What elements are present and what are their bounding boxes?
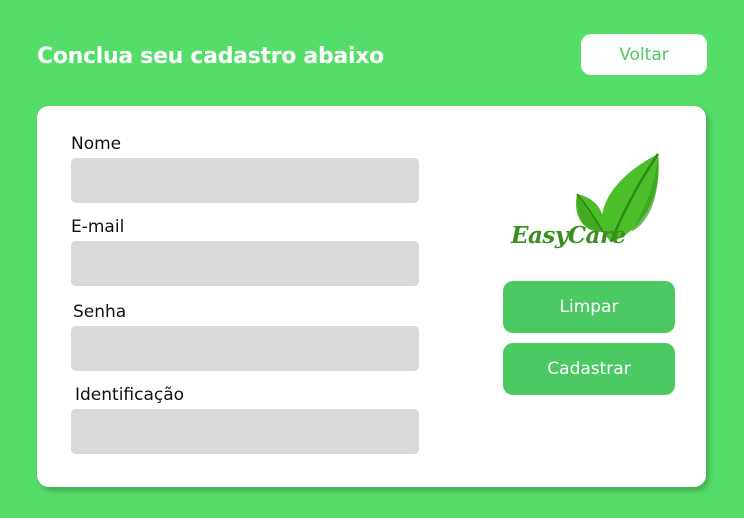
page-title: Conclua seu cadastro abaixo (37, 44, 384, 69)
identification-input[interactable] (71, 409, 419, 454)
back-button[interactable]: Voltar (581, 34, 707, 75)
name-label: Nome (71, 134, 122, 154)
brand-name: EasyCare (511, 222, 626, 249)
password-label: Senha (73, 302, 127, 322)
email-input[interactable] (71, 241, 419, 286)
clear-button[interactable]: Limpar (503, 281, 675, 333)
name-input[interactable] (71, 158, 419, 203)
submit-button[interactable]: Cadastrar (503, 343, 675, 395)
identification-label: Identificação (75, 385, 185, 405)
email-label: E-mail (71, 217, 125, 237)
registration-card: Nome E-mail Senha Identificação EasyCare… (37, 106, 706, 487)
password-input[interactable] (71, 326, 419, 371)
